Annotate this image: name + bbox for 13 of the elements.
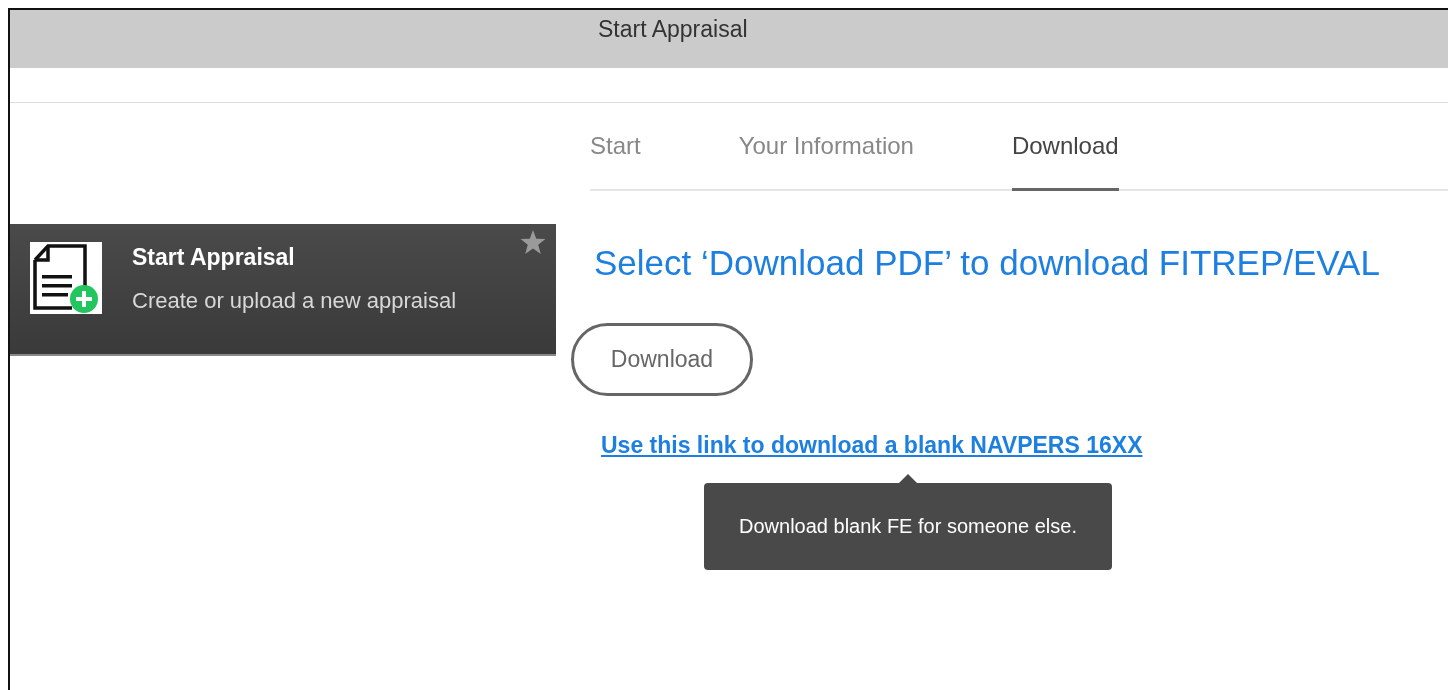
document-add-icon <box>30 242 102 314</box>
tab[interactable]: Start <box>590 132 641 191</box>
page-heading: Select ‘Download PDF’ to download FITREP/EVAL <box>594 243 1381 283</box>
tab[interactable]: Download <box>1011 132 1119 191</box>
window-title: Start Appraisal <box>598 15 748 43</box>
blank-form-link[interactable]: Use this link to download a blank NAVPERS 16XX <box>601 432 1143 458</box>
tab[interactable]: Your Information <box>738 132 914 191</box>
tooltip: Download blank FE for someone else. <box>704 483 1112 570</box>
star-icon[interactable] <box>520 229 546 255</box>
start-appraisal-card[interactable]: Start Appraisal Create or upload a new appraisal <box>10 224 556 356</box>
download-button[interactable]: Download <box>571 323 753 396</box>
card-title: Start Appraisal <box>132 244 296 271</box>
card-subtitle: Create or upload a new appraisal <box>132 288 457 314</box>
